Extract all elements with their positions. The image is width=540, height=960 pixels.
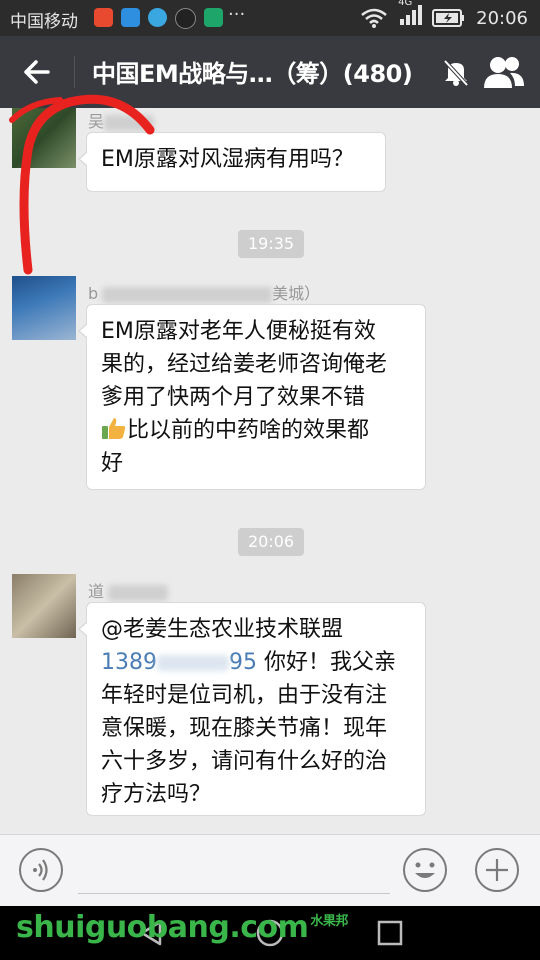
watermark: shuiguobang.com 水果邦 [16, 910, 348, 945]
back-arrow-icon[interactable] [18, 52, 58, 92]
status-bar: 中国移动 ··· 4G 20:06 [0, 0, 540, 36]
avatar[interactable] [12, 276, 76, 340]
signal-icon: 4G [398, 0, 423, 31]
clock: 20:06 [476, 7, 528, 29]
calendar-icon [204, 8, 223, 27]
message-line: 意保暖，现在膝关节痛！现年 [101, 716, 388, 741]
message-line: 好 [101, 451, 124, 476]
time-divider: 20:06 [238, 528, 305, 556]
wifi-icon [361, 8, 387, 28]
message-bubble[interactable]: EM原露对老年人便秘挺有效 果的，经过给姜老师咨询俺老 爹用了快两个月了效果不错… [78, 304, 426, 490]
message-app-icon [121, 8, 140, 27]
network-type-label: 4G [398, 0, 413, 8]
mention[interactable]: @老姜生态农业技术联盟 [101, 613, 411, 646]
input-bar [0, 834, 540, 907]
message-bubble[interactable]: EM原露对风湿病有用吗？ [78, 132, 386, 192]
nav-recents-icon[interactable] [375, 918, 405, 948]
sender-name: b 美城） [88, 284, 321, 303]
plus-icon[interactable] [474, 847, 520, 893]
chat-bubble-app-icon [148, 8, 167, 27]
chat-header: 中国EM战略与…（筹）(480) [0, 36, 540, 108]
battery-icon [432, 9, 465, 27]
message-line: 你好！我父亲 [264, 650, 397, 675]
message-bubble[interactable]: @老姜生态农业技术联盟 1389 95 你好！我父亲 年轻时是位司机，由于没有注 … [78, 602, 426, 816]
mute-bell-icon[interactable] [440, 56, 472, 88]
sender-name: 吴 [88, 108, 155, 132]
thumbs-up-icon [102, 418, 126, 439]
message-input[interactable] [78, 893, 390, 894]
chat-title[interactable]: 中国EM战略与…（筹）(480) [92, 54, 413, 89]
header-divider [74, 56, 75, 88]
avatar[interactable] [12, 574, 76, 638]
voice-icon[interactable] [18, 847, 64, 893]
group-members-icon[interactable] [482, 54, 526, 90]
notification-app-icon [94, 8, 113, 27]
message-line: 六十多岁，请问有什么好的治 [101, 749, 388, 774]
message-line: EM原露对老年人便秘挺有效 [101, 319, 376, 344]
message-line: 爹用了快两个月了效果不错 [101, 385, 366, 410]
carrier-label: 中国移动 [10, 12, 78, 32]
time-divider: 19:35 [238, 230, 305, 258]
qq-icon [175, 8, 196, 29]
message-list[interactable]: 吴 EM原露对风湿病有用吗？ 19:35 b 美城） EM原露对老年人便秘挺有效 … [0, 108, 540, 834]
more-notifications-icon: ··· [228, 4, 246, 25]
message-line: 比以前的中药啥的效果都 [127, 418, 370, 443]
avatar[interactable] [12, 108, 76, 168]
notification-icons [94, 8, 223, 29]
message-line: 年轻时是位司机，由于没有注 [101, 683, 388, 708]
phone-link[interactable]: 1389 95 [101, 650, 257, 675]
emoji-icon[interactable] [402, 847, 448, 893]
message-text: EM原露对风湿病有用吗？ [101, 147, 354, 172]
message-line: 疗方法吗？ [101, 782, 212, 807]
sender-name: 道 [88, 578, 169, 602]
message-line: 果的，经过给姜老师咨询俺老 [101, 352, 388, 377]
